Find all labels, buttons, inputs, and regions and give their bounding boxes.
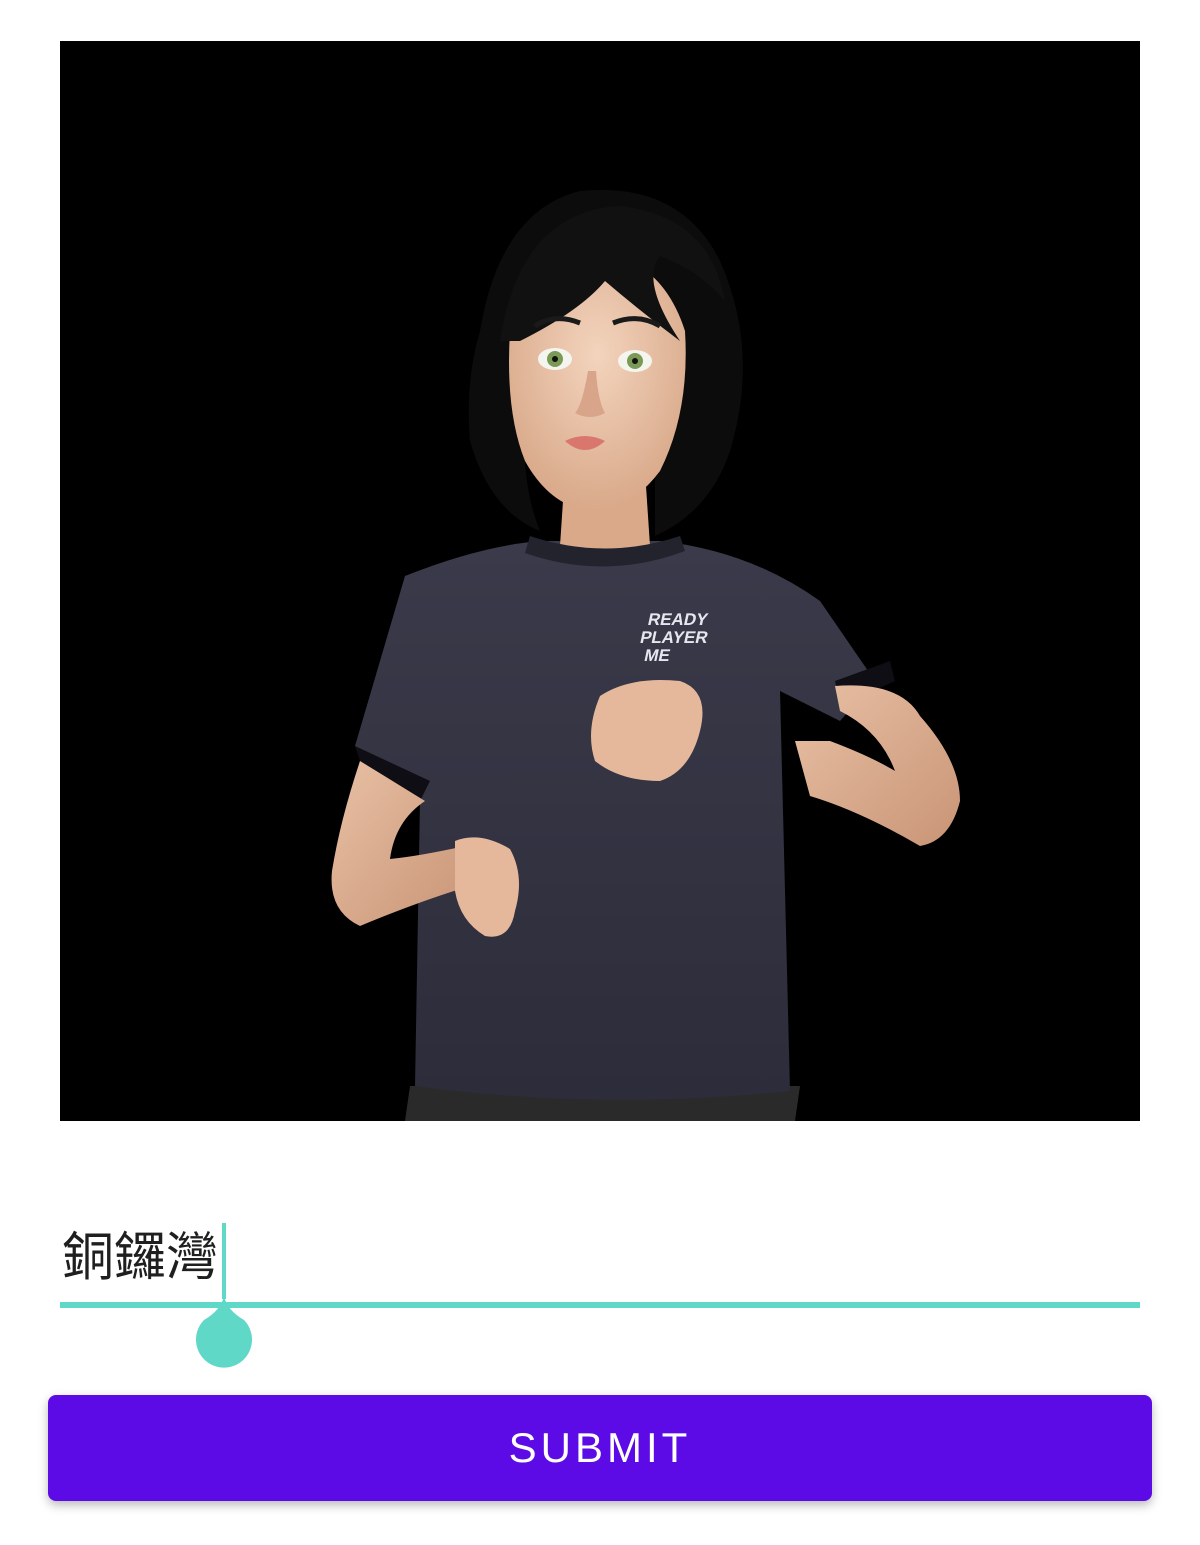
caret-handle-icon[interactable] — [194, 1296, 254, 1368]
text-input-field[interactable]: 銅鑼灣 — [60, 1200, 1140, 1370]
text-caret — [222, 1223, 226, 1299]
avatar-viewport: READY PLAYER ME — [60, 41, 1140, 1121]
shirt-print-line-1: READY — [646, 609, 710, 629]
avatar-3d-render: READY PLAYER ME — [331, 189, 960, 1121]
shirt-print-line-3: ME — [643, 645, 673, 665]
text-input-value[interactable]: 銅鑼灣 — [62, 1226, 218, 1290]
submit-button[interactable]: SUBMIT — [48, 1395, 1152, 1501]
shirt-print-line-2: PLAYER — [638, 627, 710, 647]
